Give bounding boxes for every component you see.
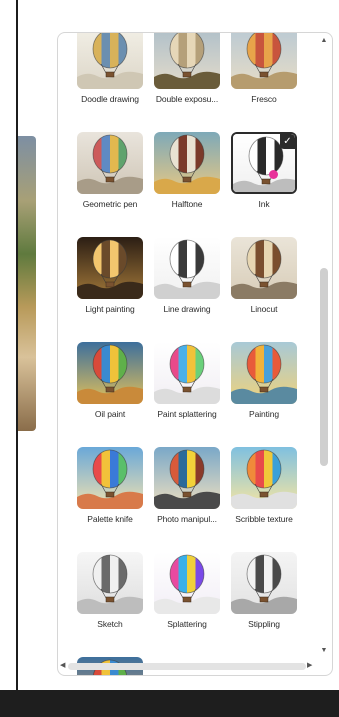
style-option-label: Ink: [258, 199, 270, 209]
hot-air-balloon-icon[interactable]: [77, 33, 143, 89]
canvas-image-preview: [18, 136, 36, 431]
hot-air-balloon-icon[interactable]: [77, 447, 143, 509]
hot-air-balloon-icon[interactable]: [154, 132, 220, 194]
bottom-toolbar: [0, 690, 339, 717]
scroll-down-arrow-icon[interactable]: ▼: [319, 647, 329, 654]
hot-air-balloon-icon[interactable]: [154, 552, 220, 614]
style-option-label: Geometric pen: [82, 199, 138, 209]
style-picker-panel: Doodle drawing Double exposu... Fresco G…: [57, 32, 333, 676]
top-strip: [0, 0, 339, 10]
hot-air-balloon-icon[interactable]: [77, 552, 143, 614]
style-option[interactable]: Painting: [226, 342, 302, 430]
vertical-scroll-thumb[interactable]: [320, 268, 328, 467]
style-option-label: Palette knife: [87, 514, 133, 524]
style-option[interactable]: Light painting: [72, 237, 148, 325]
style-option-label: Photo manipul...: [157, 514, 217, 524]
style-option-label: Stippling: [248, 619, 280, 629]
hot-air-balloon-icon[interactable]: ✓: [231, 132, 297, 194]
style-option[interactable]: Linocut: [226, 237, 302, 325]
hot-air-balloon-icon[interactable]: [231, 342, 297, 404]
vertical-scrollbar[interactable]: ▲ ▼: [317, 33, 331, 660]
style-option-label: Doodle drawing: [81, 94, 139, 104]
style-option-label: Sketch: [97, 619, 123, 629]
style-option[interactable]: Doodle drawing: [72, 33, 148, 115]
style-option[interactable]: Oil paint: [72, 342, 148, 430]
hot-air-balloon-icon[interactable]: [154, 447, 220, 509]
checkmark-icon: ✓: [280, 134, 295, 149]
style-option-label: Light painting: [85, 304, 135, 314]
scroll-up-arrow-icon[interactable]: ▲: [319, 37, 329, 44]
hot-air-balloon-icon[interactable]: [77, 342, 143, 404]
style-option[interactable]: Scribble texture: [226, 447, 302, 535]
hot-air-balloon-icon[interactable]: [231, 447, 297, 509]
scroll-left-arrow-icon[interactable]: ◀: [60, 661, 65, 669]
style-option[interactable]: Palette knife: [72, 447, 148, 535]
style-option-label: Line drawing: [163, 304, 211, 314]
style-option[interactable]: Fresco: [226, 33, 302, 115]
hot-air-balloon-icon[interactable]: [77, 132, 143, 194]
left-margin: [0, 0, 16, 690]
style-option-label: Scribble texture: [235, 514, 293, 524]
style-option[interactable]: Double exposu...: [149, 33, 225, 115]
hot-air-balloon-icon[interactable]: [154, 33, 220, 89]
style-option[interactable]: Paint splattering: [149, 342, 225, 430]
style-option-label: Paint splattering: [157, 409, 217, 419]
hot-air-balloon-icon[interactable]: [231, 33, 297, 89]
hot-air-balloon-icon[interactable]: [154, 237, 220, 299]
style-option-label: Linocut: [250, 304, 278, 314]
style-option[interactable]: Halftone: [149, 132, 225, 220]
style-option[interactable]: Stippling: [226, 552, 302, 640]
style-option[interactable]: ✓ Ink: [226, 132, 302, 220]
horizontal-scrollbar[interactable]: ◀ ▶: [58, 660, 317, 674]
style-option-label: Splattering: [167, 619, 207, 629]
style-option[interactable]: Geometric pen: [72, 132, 148, 220]
style-option[interactable]: Sketch: [72, 552, 148, 640]
hot-air-balloon-icon[interactable]: [231, 552, 297, 614]
style-option-label: Painting: [249, 409, 279, 419]
style-option[interactable]: Photo manipul...: [149, 447, 225, 535]
hot-air-balloon-icon[interactable]: [77, 237, 143, 299]
style-option-label: Fresco: [251, 94, 277, 104]
hot-air-balloon-icon[interactable]: [231, 237, 297, 299]
style-option[interactable]: Splattering: [149, 552, 225, 640]
scroll-right-arrow-icon[interactable]: ▶: [307, 661, 312, 669]
style-option-label: Oil paint: [94, 409, 126, 419]
style-option-label: Halftone: [171, 199, 203, 209]
cursor-marker: [269, 170, 278, 179]
style-option-label: Double exposu...: [155, 94, 219, 104]
hot-air-balloon-icon[interactable]: [154, 342, 220, 404]
horizontal-scroll-thumb[interactable]: [68, 663, 306, 670]
style-option[interactable]: Line drawing: [149, 237, 225, 325]
